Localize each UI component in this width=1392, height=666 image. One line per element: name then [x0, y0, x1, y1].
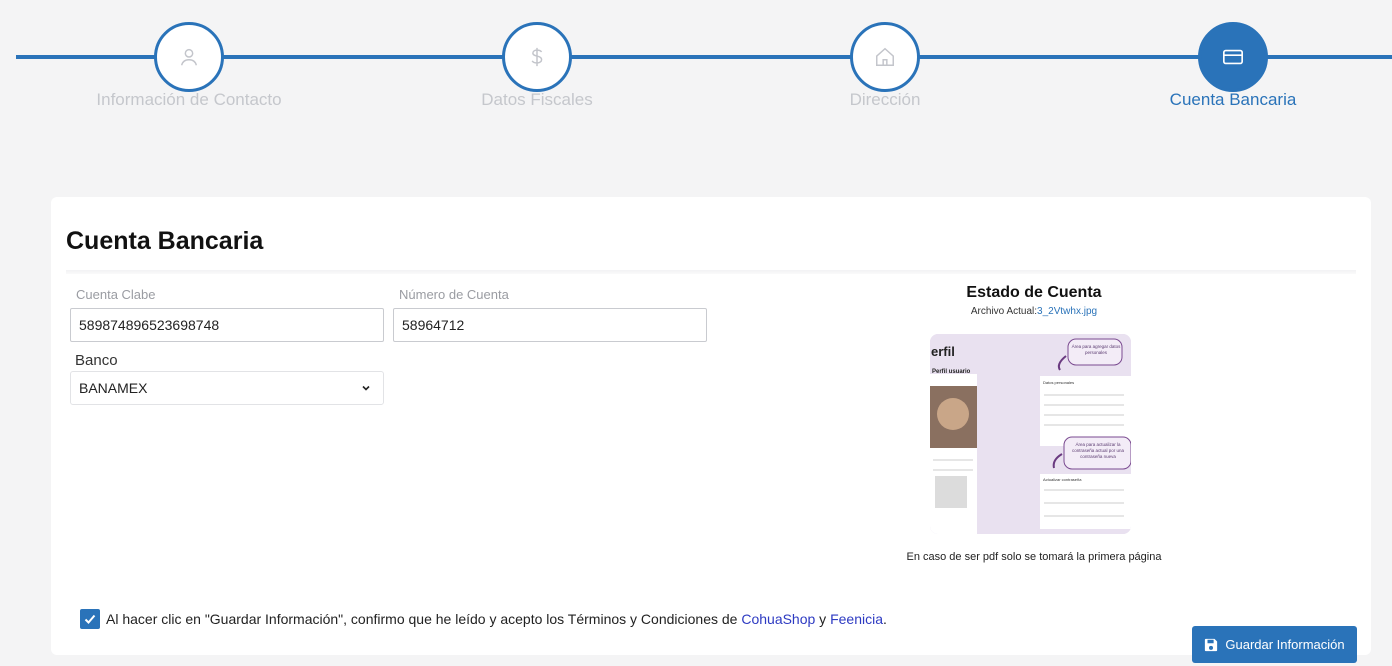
step-circle: [154, 22, 224, 92]
statement-title: Estado de Cuenta: [966, 284, 1102, 301]
clabe-input[interactable]: [70, 308, 384, 342]
save-button[interactable]: Guardar Información: [1192, 626, 1357, 663]
home-icon: [876, 47, 894, 66]
preview-subheading: Perfil usuario: [932, 369, 971, 375]
save-icon: [1205, 638, 1218, 651]
preview-heading: erfil: [931, 344, 955, 359]
credit-card-icon: [1223, 49, 1243, 65]
terms-suffix: .: [883, 611, 887, 627]
card-divider: [66, 270, 1356, 274]
clabe-label: Cuenta Clabe: [76, 287, 156, 302]
statement-note: En caso de ser pdf solo se tomará la pri…: [906, 551, 1162, 563]
file-prefix: Archivo Actual:: [970, 306, 1038, 317]
save-button-label: Guardar Información: [1225, 637, 1345, 652]
preview-illustration: [930, 334, 1131, 534]
step-contact[interactable]: Información de Contacto: [69, 22, 309, 110]
preview-bubble-2: Área para actualizar la contraseña actua…: [1071, 442, 1125, 459]
step-circle: [502, 22, 572, 92]
bank-account-card: Cuenta Bancaria Cuenta Clabe Número de C…: [51, 197, 1371, 655]
step-label: Cuenta Bancaria: [1169, 90, 1297, 109]
step-label: Dirección: [849, 90, 921, 109]
step-address[interactable]: Dirección: [765, 22, 1005, 110]
step-label: Información de Contacto: [96, 90, 282, 109]
cohuashop-link[interactable]: CohuaShop: [741, 611, 815, 627]
statement-preview-image[interactable]: erfil Perfil usuario Área para agregar d…: [930, 334, 1131, 534]
terms-checkbox[interactable]: [80, 609, 100, 629]
step-bank[interactable]: Cuenta Bancaria: [1113, 22, 1353, 110]
chevron-down-icon: [362, 385, 370, 391]
terms-join: y: [815, 611, 831, 627]
statement-current-file: Archivo Actual:3_2Vtwhx.jpg: [901, 306, 1167, 317]
dollar-icon: [531, 47, 543, 67]
step-circle: [1198, 22, 1268, 92]
step-circle: [850, 22, 920, 92]
bank-select[interactable]: BANAMEX: [70, 371, 384, 405]
step-fiscal[interactable]: Datos Fiscales: [417, 22, 657, 110]
stepper: Información de Contacto Datos Fiscales D…: [0, 0, 1392, 150]
terms-prefix: Al hacer clic en "Guardar Información", …: [106, 611, 742, 627]
account-number-label: Número de Cuenta: [399, 287, 509, 302]
feenicia-link[interactable]: Feenicia: [830, 611, 883, 627]
file-link[interactable]: 3_2Vtwhx.jpg: [1037, 306, 1097, 317]
account-number-input[interactable]: [393, 308, 707, 342]
terms-text: Al hacer clic en "Guardar Información", …: [106, 611, 887, 627]
user-icon: [180, 48, 198, 66]
bank-select-value: BANAMEX: [79, 380, 148, 396]
preview-section-2: Actualizar contraseña: [1043, 477, 1082, 482]
check-icon: [84, 614, 96, 624]
card-title: Cuenta Bancaria: [66, 227, 264, 255]
preview-section-1: Datos personales: [1043, 380, 1075, 385]
bank-label: Banco: [75, 352, 118, 369]
step-label: Datos Fiscales: [481, 90, 593, 109]
preview-bubble-1: Área para agregar datos personales: [1071, 344, 1121, 355]
